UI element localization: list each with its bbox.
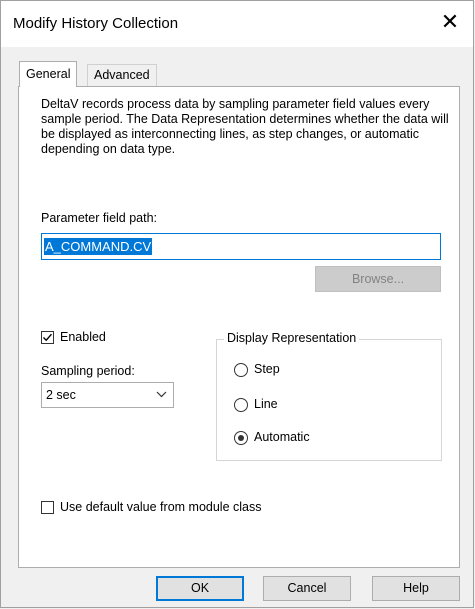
modify-history-collection-dialog: Modify History Collection ✕ General Adva… <box>0 0 474 608</box>
sampling-period-value: 2 sec <box>46 388 76 402</box>
radio-automatic-label: Automatic <box>254 430 310 444</box>
checkmark-icon <box>43 333 53 342</box>
radio-step-label: Step <box>254 362 280 376</box>
use-default-label: Use default value from module class <box>60 500 262 514</box>
sampling-period-label: Sampling period: <box>41 364 135 378</box>
cancel-button[interactable]: Cancel <box>263 576 351 601</box>
help-button[interactable]: Help <box>372 576 460 601</box>
enabled-checkbox[interactable] <box>41 331 54 344</box>
parameter-path-input[interactable]: A_COMMAND.CV <box>41 233 441 260</box>
parameter-path-value: A_COMMAND.CV <box>44 238 153 255</box>
use-default-checkbox[interactable] <box>41 501 54 514</box>
radio-automatic[interactable] <box>234 431 248 445</box>
radio-step[interactable] <box>234 363 248 377</box>
radio-line-label: Line <box>254 397 278 411</box>
sampling-period-select[interactable]: 2 sec <box>41 382 174 408</box>
parameter-path-label: Parameter field path: <box>41 211 158 225</box>
browse-button[interactable]: Browse... <box>315 266 441 292</box>
dialog-title: Modify History Collection <box>13 15 179 32</box>
chevron-down-icon <box>156 391 167 398</box>
radio-line[interactable] <box>234 398 248 412</box>
display-representation-legend: Display Representation <box>224 331 360 345</box>
display-representation-group <box>216 339 442 461</box>
ok-button[interactable]: OK <box>156 576 244 601</box>
general-tab-panel <box>18 86 460 568</box>
tab-advanced[interactable]: Advanced <box>87 64 157 86</box>
radio-selected-dot <box>238 435 244 441</box>
title-bar: Modify History Collection ✕ <box>1 1 473 47</box>
tab-general[interactable]: General <box>19 61 78 87</box>
description-text: DeltaV records process data by sampling … <box>41 97 449 156</box>
enabled-label: Enabled <box>60 330 106 344</box>
close-icon[interactable]: ✕ <box>437 11 463 37</box>
